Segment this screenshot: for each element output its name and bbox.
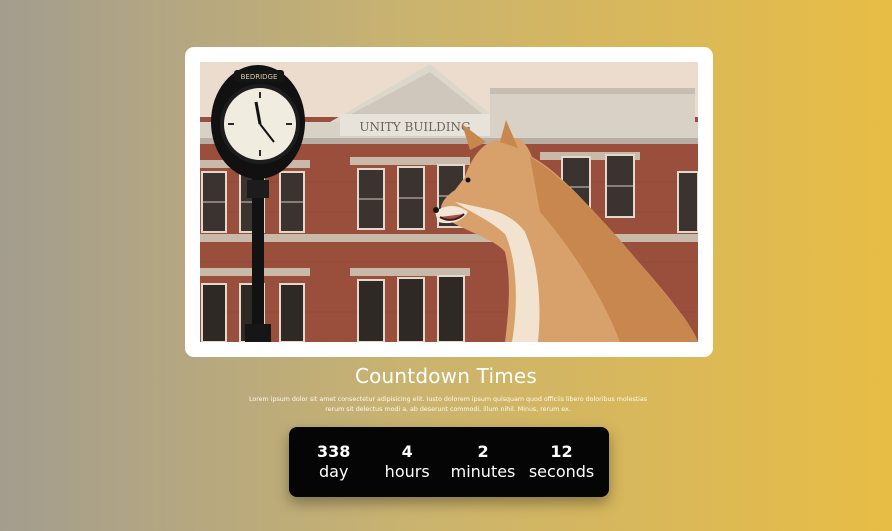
building-sign: UNITY BUILDING [359, 120, 470, 134]
countdown-days: 338 day [304, 442, 364, 482]
days-label: day [319, 462, 349, 481]
hours-value: 4 [401, 442, 413, 461]
description-text: Lorem ipsum dolor sit amet consectetur a… [248, 396, 647, 413]
dog-clock-photo: UNITY BUILDING BEDRIDGE [200, 62, 698, 342]
countdown-timer: 338 day 4 hours 2 minutes 12 seconds [289, 427, 609, 497]
minutes-value: 2 [477, 442, 489, 461]
countdown-minutes: 2 minutes [451, 442, 516, 482]
seconds-value: 12 [550, 442, 573, 461]
countdown-hours: 4 hours [377, 442, 437, 482]
days-value: 338 [317, 442, 351, 461]
page-title: Countdown Times [354, 364, 538, 388]
photo-card: UNITY BUILDING BEDRIDGE [185, 47, 713, 357]
seconds-label: seconds [528, 462, 595, 481]
hours-label: hours [384, 462, 430, 481]
countdown-seconds: 12 seconds [529, 442, 594, 482]
clock-sign: BEDRIDGE [241, 73, 278, 81]
minutes-label: minutes [450, 462, 516, 481]
